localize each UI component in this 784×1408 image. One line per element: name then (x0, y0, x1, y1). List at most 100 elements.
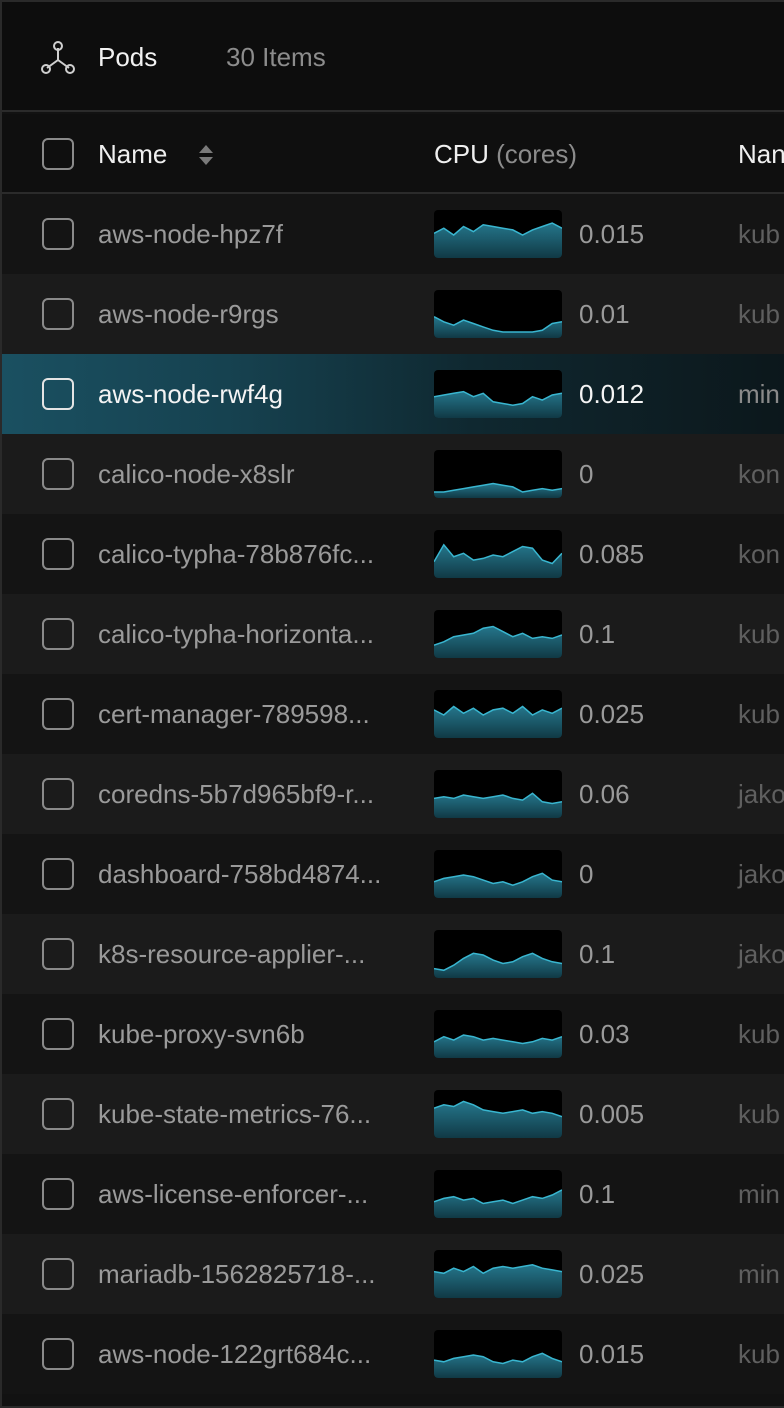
table-row[interactable]: kube-state-metrics-76... 0.005 kub (2, 1074, 784, 1154)
column-header-name[interactable]: Name (98, 139, 167, 170)
page-title: Pods (98, 42, 158, 72)
namespace-value: kub (738, 1339, 780, 1369)
cpu-value: 0.06 (579, 779, 630, 809)
sparkline-area (434, 626, 562, 658)
table-row[interactable]: mariadb-1562825718-... 0.025 min (2, 1234, 784, 1314)
cpu-sparkline (434, 370, 562, 418)
cpu-value: 0.1 (579, 939, 616, 969)
pod-name[interactable]: kube-proxy-svn6b (98, 1019, 420, 1050)
sort-icon[interactable] (197, 143, 215, 167)
table-row[interactable]: calico-node-x8slr 0 kon (2, 434, 784, 514)
table-row[interactable]: coredns-5b7d965bf9-r... 0.06 jako (2, 754, 784, 834)
row-checkbox[interactable] (42, 858, 74, 890)
table-row[interactable]: kube-proxy-svn6b 0.03 kub (2, 994, 784, 1074)
namespace-value: min (738, 379, 780, 409)
namespace-value: kon (738, 459, 780, 489)
sparkline-area (434, 1189, 562, 1218)
cpu-sparkline (434, 850, 562, 898)
cpu-value: 0.03 (579, 1019, 630, 1049)
cpu-sparkline (434, 530, 562, 578)
select-all-checkbox[interactable] (42, 138, 74, 170)
namespace-value: jako (738, 939, 784, 969)
cpu-label: CPU (434, 139, 489, 169)
cpu-sparkline (434, 1250, 562, 1298)
namespace-value: kon (738, 539, 780, 569)
pod-name[interactable]: aws-node-rwf4g (98, 379, 420, 410)
column-header-namespace[interactable]: Nan (738, 139, 784, 170)
pod-name[interactable]: k8s-resource-applier-... (98, 939, 420, 970)
cpu-sparkline (434, 290, 562, 338)
pod-name[interactable]: calico-typha-78b876fc... (98, 539, 420, 570)
namespace-value: kub (738, 219, 780, 249)
table-row[interactable]: aws-license-enforcer-... 0.1 min (2, 1154, 784, 1234)
row-checkbox[interactable] (42, 1258, 74, 1290)
cpu-sparkline (434, 1010, 562, 1058)
cpu-value: 0.015 (579, 219, 645, 249)
cpu-value: 0 (579, 459, 594, 489)
table-row[interactable]: aws-node-122grt684c... 0.015 kub (2, 1314, 784, 1394)
pod-name[interactable]: cert-manager-789598... (98, 699, 420, 730)
row-checkbox[interactable] (42, 618, 74, 650)
sparkline-area (434, 223, 562, 258)
cpu-value: 0.005 (579, 1099, 645, 1129)
table-row[interactable]: calico-typha-78b876fc... 0.085 kon (2, 514, 784, 594)
pod-name[interactable]: aws-node-122grt684c... (98, 1339, 420, 1370)
item-count: 30 Items (226, 42, 326, 72)
cpu-value: 0.015 (579, 1339, 645, 1369)
table-row[interactable]: aws-node-r9rgs 0.01 kub (2, 274, 784, 354)
sparkline-area (434, 706, 562, 738)
sparkline-area (434, 316, 562, 338)
table-header: Name CPU (cores) Nan (2, 114, 784, 194)
cpu-sparkline (434, 690, 562, 738)
namespace-value: kub (738, 299, 780, 329)
table-row[interactable]: cert-manager-789598... 0.025 kub (2, 674, 784, 754)
namespace-value: kub (738, 699, 780, 729)
pods-panel: Pods 30 Items Name CPU (cores) Nan aws-n… (0, 0, 784, 1408)
pod-name[interactable]: aws-license-enforcer-... (98, 1179, 420, 1210)
row-checkbox[interactable] (42, 298, 74, 330)
row-checkbox[interactable] (42, 378, 74, 410)
table-row[interactable]: dashboard-758bd4874... 0 jako (2, 834, 784, 914)
row-checkbox[interactable] (42, 1338, 74, 1370)
cpu-value: 0.012 (579, 379, 645, 409)
table-row[interactable]: aws-node-hpz7f 0.015 kub (2, 194, 784, 274)
row-checkbox[interactable] (42, 1018, 74, 1050)
row-checkbox[interactable] (42, 458, 74, 490)
cpu-value: 0.025 (579, 1259, 645, 1289)
cpu-sparkline (434, 1090, 562, 1138)
row-checkbox[interactable] (42, 218, 74, 250)
cpu-sparkline (434, 610, 562, 658)
row-checkbox[interactable] (42, 938, 74, 970)
cpu-sparkline (434, 210, 562, 258)
cpu-value: 0.01 (579, 299, 630, 329)
row-checkbox[interactable] (42, 1098, 74, 1130)
pod-name[interactable]: aws-node-r9rgs (98, 299, 420, 330)
cpu-sparkline (434, 1170, 562, 1218)
pod-name[interactable]: dashboard-758bd4874... (98, 859, 420, 890)
table-row[interactable]: calico-typha-horizonta... 0.1 kub (2, 594, 784, 674)
namespace-value: kub (738, 619, 780, 649)
cpu-unit-label: (cores) (496, 139, 578, 169)
pod-name[interactable]: calico-node-x8slr (98, 459, 420, 490)
table-row[interactable]: aws-node-rwf4g 0.012 min (2, 354, 784, 434)
sparkline-area (434, 391, 562, 418)
sparkline-area (434, 1264, 562, 1298)
pod-name[interactable]: kube-state-metrics-76... (98, 1099, 420, 1130)
cpu-value: 0.1 (579, 1179, 616, 1209)
pod-name[interactable]: calico-typha-horizonta... (98, 619, 420, 650)
namespace-value: kub (738, 1019, 780, 1049)
column-header-cpu[interactable]: CPU (cores) (434, 139, 577, 170)
cpu-value: 0.1 (579, 619, 616, 649)
table-row[interactable]: k8s-resource-applier-... 0.1 jako (2, 914, 784, 994)
row-checkbox[interactable] (42, 538, 74, 570)
pod-name[interactable]: coredns-5b7d965bf9-r... (98, 779, 420, 810)
namespace-value: min (738, 1259, 780, 1289)
row-checkbox[interactable] (42, 698, 74, 730)
cpu-value: 0 (579, 859, 594, 889)
row-checkbox[interactable] (42, 778, 74, 810)
pod-name[interactable]: aws-node-hpz7f (98, 219, 420, 250)
pod-name[interactable]: mariadb-1562825718-... (98, 1259, 420, 1290)
sparkline-area (434, 1353, 562, 1378)
row-checkbox[interactable] (42, 1178, 74, 1210)
cpu-value: 0.085 (579, 539, 645, 569)
